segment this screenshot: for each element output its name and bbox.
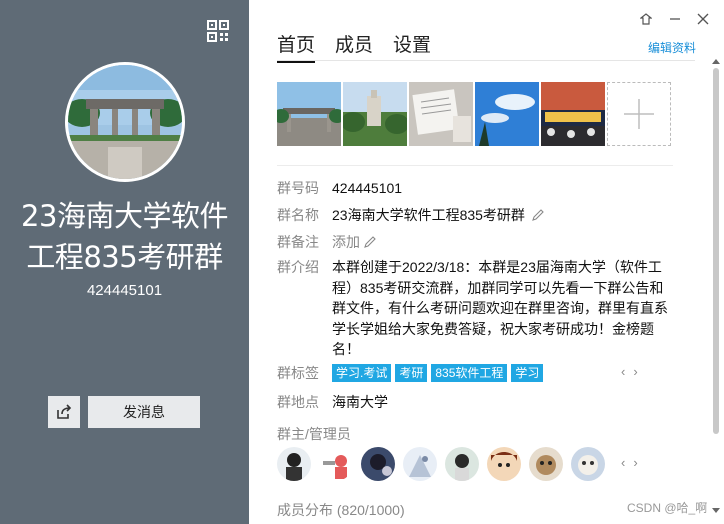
remark-add-link[interactable]: 添加 [332, 232, 360, 252]
photo-strip [277, 82, 671, 146]
right-panel: 首页 成员 设置 编辑资料 群号码 424445101 群名称 23海南大学软件… [249, 0, 724, 524]
remark-row: 群备注 添加 [277, 232, 377, 252]
album-photo[interactable] [409, 82, 473, 146]
intro-row: 群介绍 本群创建于2022/3/18：本群是23届海南大学（软件工程）835考研… [277, 257, 672, 360]
album-photo[interactable] [343, 82, 407, 146]
edit-pencil-icon[interactable] [531, 208, 545, 222]
tag-item[interactable]: 835软件工程 [431, 364, 508, 382]
skin-icon[interactable] [637, 10, 655, 28]
group-id: 424445101 [86, 282, 163, 299]
tag-item[interactable]: 学习.考试 [332, 364, 392, 382]
admin-avatar[interactable] [403, 447, 437, 481]
group-avatar[interactable] [65, 62, 185, 182]
tag-item[interactable]: 学习 [511, 364, 544, 382]
admin-avatar[interactable] [487, 447, 521, 481]
admins-label: 群主/管理员 [277, 426, 351, 442]
tags-row: 群标签 学习.考试 考研 835软件工程 学习 [277, 363, 547, 383]
section-divider [277, 165, 673, 166]
scrollbar-thumb[interactable] [713, 68, 719, 434]
group-title-line2: 工程835考研群 [26, 240, 223, 274]
chevron-right-icon[interactable]: › [633, 455, 637, 470]
tab-divider [277, 60, 695, 61]
remark-label: 群备注 [277, 234, 319, 250]
group-title-line1: 23海南大学软件 [21, 199, 228, 233]
album-photo[interactable] [541, 82, 605, 146]
group-title: 23海南大学软件 工程835考研群 [0, 196, 249, 278]
admin-avatar-list [277, 447, 613, 481]
admin-avatar[interactable] [445, 447, 479, 481]
group-number-label: 群号码 [277, 180, 319, 196]
scroll-down-icon[interactable] [712, 508, 720, 514]
watermark: CSDN @哈_啊 [627, 501, 708, 515]
intro-label: 群介绍 [277, 259, 319, 275]
intro-text: 本群创建于2022/3/18：本群是23届海南大学（软件工程）835考研交流群，… [332, 259, 668, 357]
admin-avatar[interactable] [319, 447, 353, 481]
tab-home[interactable]: 首页 [277, 30, 316, 63]
share-button[interactable] [48, 396, 80, 428]
location-label: 群地点 [277, 394, 319, 410]
edit-pencil-icon[interactable] [363, 235, 377, 249]
location-value: 海南大学 [332, 394, 388, 410]
location-row: 群地点 海南大学 [277, 392, 388, 412]
member-distribution-label[interactable]: 成员分布 (820/1000) [277, 500, 405, 520]
add-photo-button[interactable] [607, 82, 671, 146]
album-photo[interactable] [277, 82, 341, 146]
chevron-left-icon[interactable]: ‹ [621, 455, 625, 470]
group-number-value: 424445101 [332, 180, 403, 196]
tag-item[interactable]: 考研 [395, 364, 428, 382]
tab-bar: 首页 成员 设置 [277, 30, 451, 63]
tab-settings[interactable]: 设置 [393, 30, 431, 63]
group-name-row: 群名称 23海南大学软件工程835考研群 [277, 205, 545, 225]
plus-icon [624, 99, 654, 129]
group-number-row: 群号码 424445101 [277, 178, 402, 198]
admin-scroll-arrows: ‹ › [621, 455, 638, 470]
album-photo[interactable] [475, 82, 539, 146]
campus-gate-image [68, 65, 182, 179]
scroll-up-icon[interactable] [712, 58, 720, 64]
group-name-value: 23海南大学软件工程835考研群 [332, 207, 525, 223]
tag-scroll-arrows: ‹ › [621, 364, 638, 379]
admin-avatar[interactable] [529, 447, 563, 481]
admin-avatar[interactable] [571, 447, 605, 481]
share-icon [57, 404, 72, 419]
qr-code-icon[interactable] [207, 20, 229, 42]
chevron-right-icon[interactable]: › [633, 364, 637, 379]
tag-list: 学习.考试 考研 835软件工程 学习 [332, 364, 547, 383]
group-name-label: 群名称 [277, 207, 319, 223]
chevron-left-icon[interactable]: ‹ [621, 364, 625, 379]
tags-label: 群标签 [277, 365, 319, 381]
close-icon[interactable] [694, 10, 712, 28]
send-message-button[interactable]: 发消息 [88, 396, 200, 428]
edit-profile-link[interactable]: 编辑资料 [648, 39, 696, 56]
admin-avatar[interactable] [361, 447, 395, 481]
minimize-icon[interactable] [666, 10, 684, 28]
left-panel: 23海南大学软件 工程835考研群 424445101 发消息 [0, 0, 249, 524]
admin-avatar[interactable] [277, 447, 311, 481]
tab-members[interactable]: 成员 [335, 30, 373, 63]
